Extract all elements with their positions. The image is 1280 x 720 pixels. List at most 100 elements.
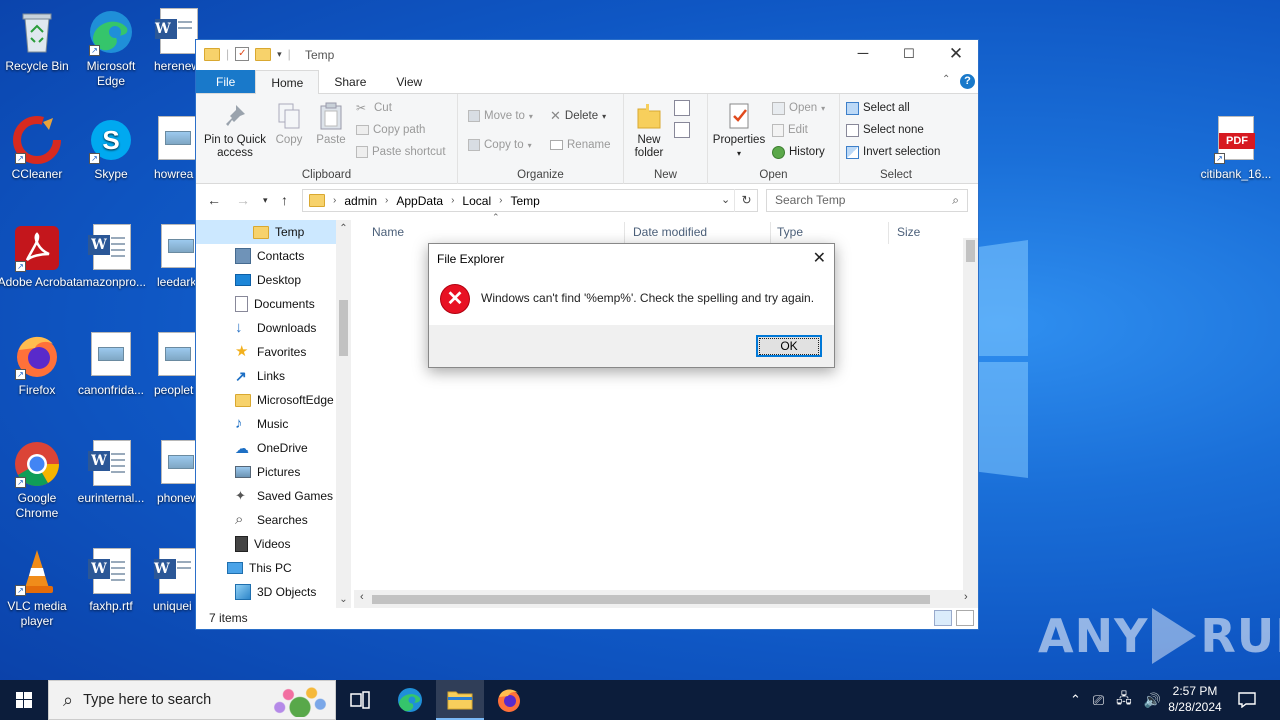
nav-item-favorites[interactable]: ★ Favorites	[196, 340, 336, 364]
copy-button[interactable]: Copy	[271, 102, 307, 147]
recent-locations-icon[interactable]: ▾	[263, 195, 268, 206]
desktop-icon-microsoft-edge[interactable]: ↗ Microsoft Edge	[71, 8, 151, 89]
desktop-icon-google-chrome[interactable]: ↗ Google Chrome	[0, 440, 77, 521]
desktop-icon-citibank-pdf[interactable]: PDF ↗ citibank_16...	[1196, 116, 1276, 182]
column-header-name[interactable]: Name	[372, 225, 404, 239]
paste-shortcut-button[interactable]: Paste shortcut	[356, 143, 446, 161]
delete-button[interactable]: ✕ Delete ▾	[550, 107, 606, 125]
column-divider[interactable]	[624, 222, 625, 244]
desktop-icon-phonew[interactable]: phonew	[142, 440, 198, 506]
breadcrumb-local[interactable]: Local	[462, 194, 491, 208]
cut-button[interactable]: ✂ Cut	[356, 99, 392, 117]
invert-selection-button[interactable]: Invert selection	[846, 143, 940, 161]
tab-view[interactable]: View	[381, 70, 437, 93]
notification-center-button[interactable]	[1238, 680, 1256, 720]
nav-item-pictures[interactable]: Pictures	[196, 460, 336, 484]
desktop-icon-ccleaner[interactable]: ↗ CCleaner	[0, 116, 77, 182]
error-dialog[interactable]: File Explorer ✕ ✕ Windows can't find '%e…	[428, 243, 835, 368]
desktop-icon-peoplet[interactable]: peoplet	[142, 332, 198, 398]
history-button[interactable]: History	[772, 143, 825, 161]
breadcrumb-appdata[interactable]: AppData	[396, 194, 443, 208]
desktop-icon-vlc[interactable]: ↗ VLC media player	[0, 548, 77, 629]
maximize-icon[interactable]: ☐	[886, 40, 932, 70]
nav-item-onedrive[interactable]: ☁ OneDrive	[196, 436, 336, 460]
scroll-down-icon[interactable]: ⌄	[336, 594, 351, 605]
new-folder-icon[interactable]	[255, 47, 272, 61]
new-item-icon[interactable]	[674, 100, 690, 116]
taskbar-search-box[interactable]: ⌕ Type here to search	[48, 680, 336, 720]
up-arrow-icon[interactable]: ↑	[281, 192, 288, 208]
nav-item-this-pc[interactable]: This PC	[196, 556, 336, 580]
copy-to-button[interactable]: Copy to ▾	[468, 136, 532, 154]
select-none-button[interactable]: Select none	[846, 121, 924, 139]
search-input[interactable]: Search Temp ⌕	[766, 189, 968, 212]
column-header-type[interactable]: Type	[777, 225, 803, 239]
network-icon[interactable]: ⎚	[1093, 692, 1104, 709]
scroll-right-icon[interactable]: ›	[964, 591, 968, 603]
scroll-left-icon[interactable]: ‹	[360, 591, 364, 603]
desktop-icon-faxhp[interactable]: W faxhp.rtf	[71, 548, 151, 614]
edit-button[interactable]: Edit	[772, 121, 808, 139]
desktop-icon-adobe-acrobat[interactable]: ↗ Adobe Acrobat	[0, 224, 77, 290]
nav-item-searches[interactable]: ⌕ Searches	[196, 508, 336, 532]
nav-item-saved-games[interactable]: ✦ Saved Games	[196, 484, 336, 508]
content-horizontal-scrollbar[interactable]: ‹ ›	[354, 590, 978, 608]
desktop-icon-herenew[interactable]: W herenew	[142, 8, 198, 74]
nav-item-links[interactable]: ↗ Links	[196, 364, 336, 388]
desktop-icon-firefox[interactable]: ↗ Firefox	[0, 332, 77, 398]
column-header-date-modified[interactable]: Date modified	[633, 225, 707, 239]
nav-item-videos[interactable]: Videos	[196, 532, 336, 556]
scroll-up-icon[interactable]: ⌃	[336, 223, 351, 234]
tab-share[interactable]: Share	[319, 70, 381, 93]
volume-icon[interactable]: 🔊	[1144, 692, 1161, 709]
desktop-icon-canonfrida[interactable]: canonfrida...	[71, 332, 151, 398]
nav-item-documents[interactable]: Documents	[196, 292, 336, 316]
pin-quick-access-button[interactable]: Pin to Quick access	[202, 102, 268, 160]
forward-arrow-icon[interactable]: →	[236, 192, 250, 208]
nav-item-temp[interactable]: Temp	[196, 220, 336, 244]
desktop-icon-amazonpro[interactable]: W amazonpro...	[71, 224, 151, 290]
rename-button[interactable]: Rename	[550, 136, 610, 154]
details-view-icon[interactable]	[934, 610, 952, 626]
tab-file[interactable]: File	[196, 70, 256, 93]
breadcrumb-admin[interactable]: admin	[344, 194, 377, 208]
taskbar-clock[interactable]: 2:57 PM 8/28/2024	[1160, 683, 1230, 715]
copy-path-button[interactable]: Copy path	[356, 121, 425, 139]
ethernet-icon[interactable]: 🖧	[1116, 688, 1132, 712]
paste-button[interactable]: Paste	[312, 102, 350, 147]
desktop-icon-eurinternal[interactable]: W eurinternal...	[71, 440, 151, 506]
desktop-icon-leedark[interactable]: leedark	[142, 224, 198, 290]
nav-item-downloads[interactable]: ↓ Downloads	[196, 316, 336, 340]
task-view-button[interactable]	[336, 680, 384, 720]
refresh-icon[interactable]: ↻	[734, 189, 758, 212]
horizontal-scroll-thumb[interactable]	[372, 595, 930, 604]
taskbar-file-explorer-button[interactable]	[436, 680, 484, 720]
back-arrow-icon[interactable]: ←	[207, 192, 221, 208]
desktop-icon-uniquei[interactable]: W uniquei	[142, 548, 198, 614]
taskbar-edge-button[interactable]	[386, 680, 434, 720]
tab-home[interactable]: Home	[255, 70, 320, 94]
desktop-icon-skype[interactable]: S ↗ Skype	[71, 116, 151, 182]
column-divider[interactable]	[770, 222, 771, 244]
taskbar-firefox-button[interactable]	[485, 680, 533, 720]
nav-item-music[interactable]: ♪ Music	[196, 412, 336, 436]
nav-item-microsoftedge[interactable]: MicrosoftEdge	[196, 388, 336, 412]
ok-button[interactable]: OK	[756, 335, 822, 357]
address-dropdown-icon[interactable]: ⌄	[721, 193, 730, 206]
open-button[interactable]: Open ▾	[772, 99, 825, 117]
title-bar[interactable]: | ✓ ▾ | Temp ─ ☐ ✕	[196, 40, 978, 70]
vertical-scroll-thumb[interactable]	[966, 240, 975, 262]
minimize-icon[interactable]: ─	[840, 40, 886, 70]
large-icons-view-icon[interactable]	[956, 610, 974, 626]
easy-access-icon[interactable]	[674, 122, 690, 138]
properties-button[interactable]: Properties ▾	[710, 102, 768, 160]
desktop-icon-howrea[interactable]: howrea	[142, 116, 198, 182]
close-icon[interactable]: ✕	[933, 40, 979, 70]
dialog-close-icon[interactable]: ✕	[813, 248, 826, 268]
customize-toolbar-icon[interactable]: ▾	[277, 49, 282, 60]
show-hidden-icons-chevron-icon[interactable]: ⌃	[1070, 692, 1081, 708]
select-all-button[interactable]: Select all	[846, 99, 910, 117]
nav-item-contacts[interactable]: Contacts	[196, 244, 336, 268]
nav-item-3d-objects[interactable]: 3D Objects	[196, 580, 336, 604]
column-header-size[interactable]: Size	[897, 225, 920, 239]
